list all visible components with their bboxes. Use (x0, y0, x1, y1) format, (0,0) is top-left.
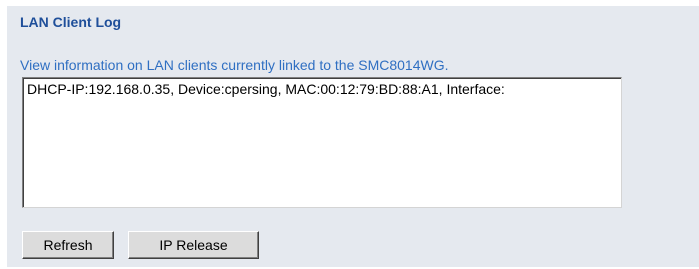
log-line: DHCP-IP:192.168.0.35, Device:cpersing, M… (27, 81, 505, 97)
refresh-button[interactable]: Refresh (22, 231, 114, 259)
lan-client-log-panel: LAN Client Log View information on LAN c… (7, 6, 699, 267)
ip-release-button[interactable]: IP Release (128, 231, 259, 259)
client-log-textarea[interactable]: DHCP-IP:192.168.0.35, Device:cpersing, M… (22, 77, 622, 208)
page-description: View information on LAN clients currentl… (20, 57, 449, 73)
page-title: LAN Client Log (20, 14, 122, 30)
